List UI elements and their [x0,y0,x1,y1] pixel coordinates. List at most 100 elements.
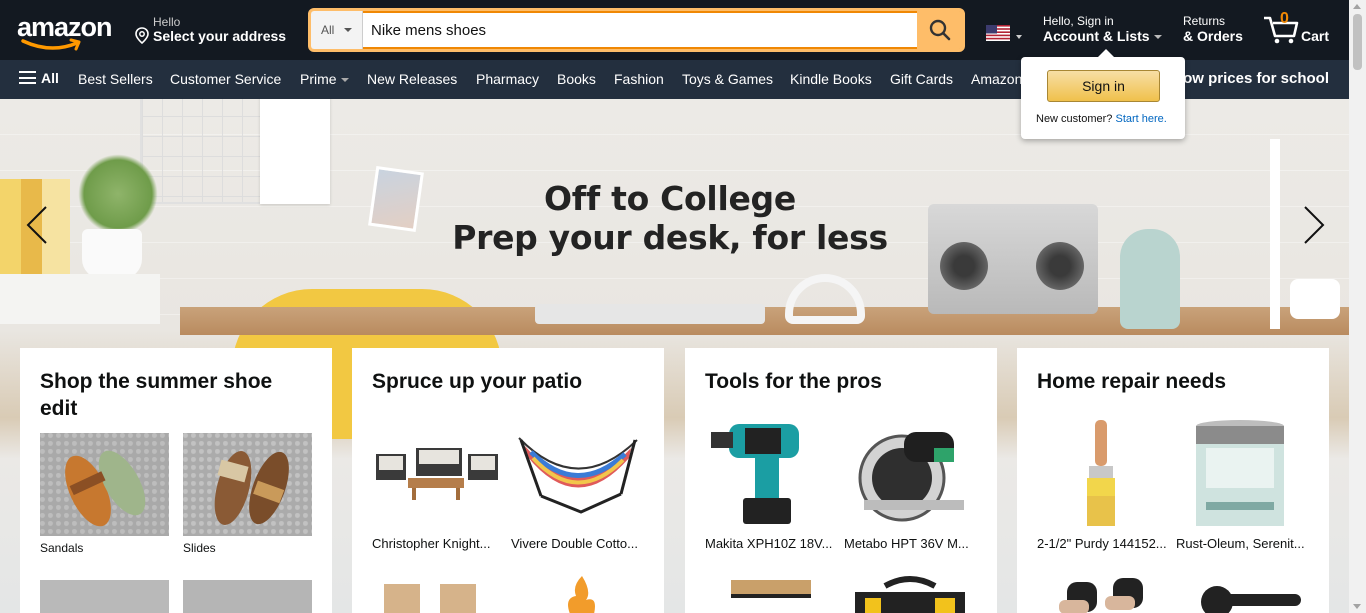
search-icon [929,19,950,41]
scroll-up-arrow-icon[interactable] [1353,4,1361,9]
search-input[interactable] [367,11,917,49]
account-lists-text: Account & Lists [1043,28,1150,44]
nav-item-customer-service[interactable]: Customer Service [170,71,281,87]
tile-caption: Makita XPH10Z 18V... [705,536,833,551]
chevron-right-icon [1304,206,1325,244]
chevron-down-icon [340,78,349,83]
card-tile-image-partial[interactable] [40,580,169,613]
chevron-left-icon [26,206,47,244]
chevron-down-icon [1016,35,1022,39]
card-tile-image-partial[interactable] [1177,574,1307,613]
tile-caption: Slides [183,541,216,555]
drill-illustration [711,424,799,524]
workbench-illustration [731,580,811,598]
circular-saw-illustration [858,432,964,522]
tile-caption: Metabo HPT 36V M... [844,536,969,551]
nav-item-new-releases[interactable]: New Releases [367,71,457,87]
nav-item-books[interactable]: Books [557,71,596,87]
hero-laptop [535,304,765,324]
carousel-next-button[interactable] [1295,203,1335,247]
card-tile-image-partial[interactable] [725,576,815,613]
tile-caption: Vivere Double Cotto... [511,536,638,551]
deliver-line1: Hello [153,15,181,29]
account-lists-menu[interactable]: Hello, Sign in Account & Lists [1043,14,1167,44]
top-nav-bar: amazon Hello Select your address All Nik… [0,0,1349,60]
circular-saw-image [844,418,973,531]
hamburger-menu-icon [19,71,36,84]
card-title[interactable]: Tools for the pros [705,368,977,395]
card-tile[interactable]: 2-1/2" Purdy 144152... [1037,418,1167,551]
nav-item-prime[interactable]: Prime [300,71,349,87]
paint-can-image [1176,418,1305,531]
hero-radio [928,204,1098,314]
card-tile[interactable]: Makita XPH10Z 18V... [705,418,834,551]
card-tile[interactable]: Slides [183,433,312,555]
sandals-illustration [65,450,146,527]
hero-photo [368,165,424,233]
start-here-link[interactable]: Start here. [1115,113,1166,125]
nav-item-pharmacy[interactable]: Pharmacy [476,71,539,87]
card-tile-image-partial[interactable] [1053,572,1163,613]
scroll-down-arrow-icon[interactable] [1353,604,1361,609]
tool-kit-illustration [855,576,965,613]
card-tile[interactable]: Vivere Double Cotto... [511,428,640,551]
language-selector[interactable] [986,25,1026,45]
slides-image [183,433,312,536]
card-tile[interactable]: Sandals [40,433,169,555]
cart-label: Cart [1301,28,1330,44]
chevron-down-icon [1153,35,1162,40]
nav-promo-link[interactable]: low prices for school [1179,70,1329,87]
card-tile[interactable]: Metabo HPT 36V M... [844,418,973,551]
all-label: All [41,70,59,86]
nav-item-amazon[interactable]: Amazon [971,71,1022,87]
vertical-scrollbar[interactable] [1349,0,1366,613]
nav-item-gift-cards[interactable]: Gift Cards [890,71,953,87]
card-title[interactable]: Spruce up your patio [372,368,644,395]
nav-item-toys-games[interactable]: Toys & Games [682,71,773,87]
amazon-logo[interactable]: amazon [15,10,119,51]
card-summer-shoes: Shop the summer shoe edit Sandals Slides [20,348,332,613]
card-tile-image-partial[interactable] [380,578,490,613]
search-button[interactable] [917,11,962,49]
hero-headline: Off to College Prep your desk, for less [420,179,920,257]
all-menu-button[interactable]: All [19,70,59,86]
search-category-label: All [321,23,335,37]
paint-can-illustration [1196,420,1284,526]
scrollbar-thumb[interactable] [1353,14,1362,70]
account-greeting: Hello, Sign in [1043,14,1114,28]
nav-item-best-sellers[interactable]: Best Sellers [78,71,153,87]
card-title[interactable]: Shop the summer shoe edit [40,368,312,422]
returns-orders-link[interactable]: Returns & Orders [1183,14,1253,44]
nav-item-kindle-books[interactable]: Kindle Books [790,71,872,87]
radio-speaker-right [1036,242,1084,290]
account-lists-label: Account & Lists [1043,28,1167,44]
card-tile-image-partial[interactable] [183,580,312,613]
deliver-to-address[interactable]: Hello Select your address [133,14,293,48]
paint-brush-illustration [1087,420,1115,526]
paint-brush-image [1037,418,1166,531]
tile-caption: 2-1/2" Purdy 144152... [1037,536,1167,551]
hero-headline-line2: Prep your desk, for less [452,218,888,257]
hero-wire-grid [140,99,280,204]
card-tile-image-partial[interactable] [552,574,612,613]
card-tile-image-partial[interactable] [845,574,975,613]
card-home-repair: Home repair needs 2-1/2" Purdy 144152... [1017,348,1329,613]
door-lever-illustration [1201,586,1301,613]
card-title[interactable]: Home repair needs [1037,368,1309,395]
returns-line2: & Orders [1183,28,1243,44]
lounge-chairs-illustration [384,584,476,613]
hero-lamp [1270,139,1280,329]
cabinet-knobs-illustration [1059,578,1143,613]
card-tile[interactable]: Christopher Knight... [372,428,501,551]
search-bar: All [308,8,965,52]
cart-link[interactable]: 0 Cart [1262,10,1342,50]
carousel-prev-button[interactable] [18,203,58,247]
tile-caption: Christopher Knight... [372,536,491,551]
search-category-dropdown[interactable]: All [311,11,363,49]
nav-item-fashion[interactable]: Fashion [614,71,664,87]
hero-tape-dispenser [1290,279,1340,319]
sign-in-button[interactable]: Sign in [1047,70,1160,102]
card-tile[interactable]: Rust-Oleum, Serenit... [1176,418,1305,551]
hammock-illustration [518,437,638,514]
deliver-line2: Select your address [153,28,287,44]
